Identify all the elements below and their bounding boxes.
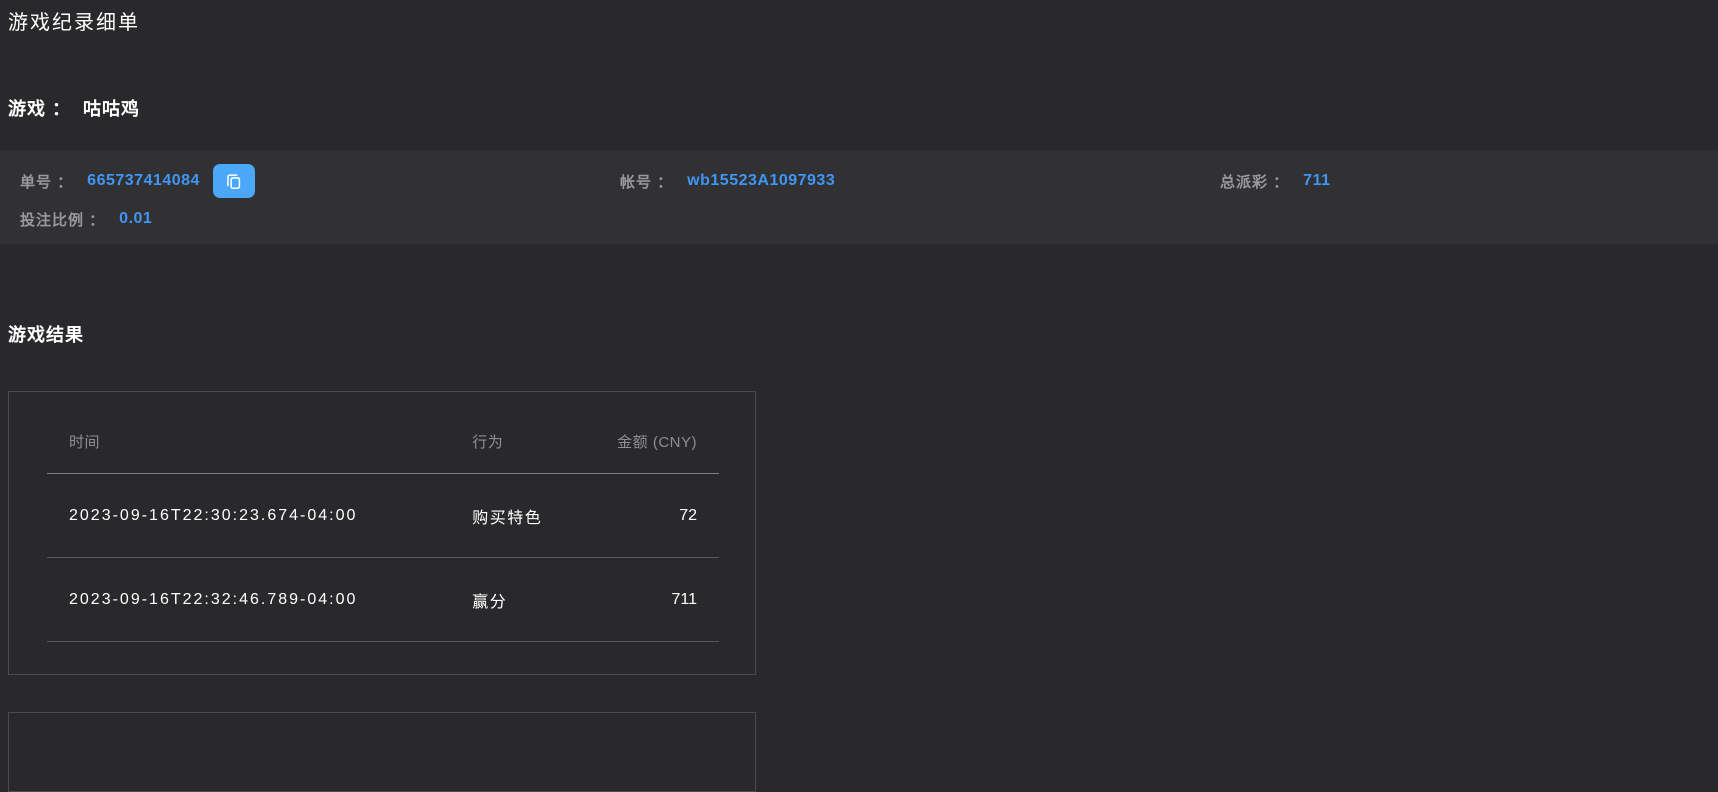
page-title: 游戏纪录细单 (0, 0, 1718, 34)
column-header-amount: 金额 (CNY) (595, 392, 719, 474)
row-amount: 711 (595, 558, 719, 642)
results-table-head: 时间 行为 金额 (CNY) (47, 392, 719, 474)
column-header-action: 行为 (450, 392, 594, 474)
game-heading: 游戏 ： 咕咕鸡 (8, 98, 1718, 120)
summary-bar-row-2: 投注比例 ： 0.01 (20, 207, 1718, 231)
column-header-time: 时间 (47, 392, 450, 474)
order-number-label: 单号 ： (20, 171, 73, 192)
account-label: 帐号 ： (620, 171, 673, 192)
table-row: 2023-09-16T22:30:23.674-04:00 购买特色 72 (47, 474, 719, 558)
bet-ratio-label: 投注比例 ： (20, 209, 105, 230)
summary-bar: 单号 ： 665737414084 帐号 ： wb15523A1097933 总… (0, 150, 1718, 244)
total-payout-label: 总派彩 ： (1220, 171, 1289, 192)
account-field: 帐号 ： wb15523A1097933 (620, 171, 1220, 192)
secondary-panel (8, 712, 756, 792)
results-table-body: 2023-09-16T22:30:23.674-04:00 购买特色 72 20… (47, 474, 719, 642)
game-heading-label: 游戏 ： (8, 99, 71, 119)
results-panel: 时间 行为 金额 (CNY) 2023-09-16T22:30:23.674-0… (8, 391, 756, 675)
game-name: 咕咕鸡 (83, 99, 140, 119)
row-time: 2023-09-16T22:32:46.789-04:00 (47, 558, 450, 642)
table-row: 2023-09-16T22:32:46.789-04:00 赢分 711 (47, 558, 719, 642)
results-table: 时间 行为 金额 (CNY) 2023-09-16T22:30:23.674-0… (47, 392, 719, 642)
copy-document-icon (224, 172, 243, 191)
row-amount: 72 (595, 474, 719, 558)
order-number-field: 单号 ： 665737414084 (20, 164, 620, 198)
order-number-value: 665737414084 (87, 172, 200, 190)
bet-ratio-value: 0.01 (119, 210, 152, 228)
row-action: 赢分 (450, 558, 594, 642)
row-action: 购买特色 (450, 474, 594, 558)
table-header-row: 时间 行为 金额 (CNY) (47, 392, 719, 474)
bet-ratio-field: 投注比例 ： 0.01 (20, 209, 152, 230)
total-payout-value: 711 (1303, 172, 1330, 190)
row-time: 2023-09-16T22:30:23.674-04:00 (47, 474, 450, 558)
results-heading: 游戏结果 (8, 324, 1718, 346)
total-payout-field: 总派彩 ： 711 (1220, 171, 1718, 192)
copy-order-number-button[interactable] (213, 164, 255, 198)
summary-bar-row-1: 单号 ： 665737414084 帐号 ： wb15523A1097933 总… (20, 159, 1718, 203)
account-value: wb15523A1097933 (687, 172, 835, 190)
